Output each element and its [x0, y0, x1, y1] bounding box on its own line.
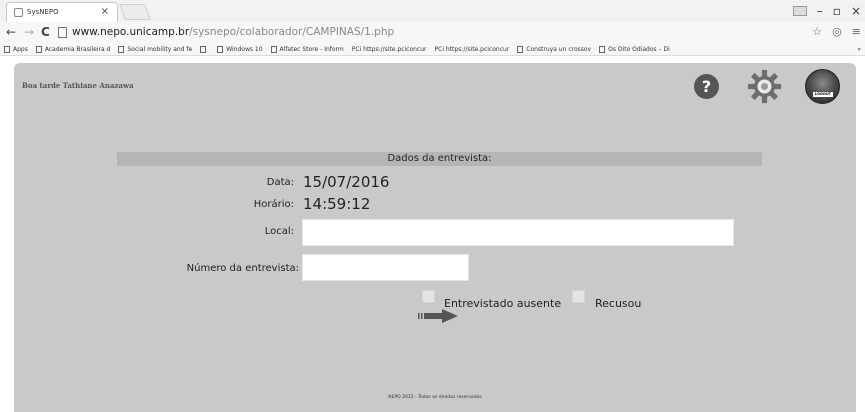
site-favicon-icon	[14, 8, 23, 17]
windows-icon	[217, 45, 224, 53]
settings-gear-icon[interactable]	[747, 69, 782, 104]
page-viewport: Boa tarde Tathiane Anazawa ? LOGOUT Dado…	[0, 57, 865, 412]
minimize-button[interactable]: –	[817, 4, 823, 18]
url-domain: www.nepo.unicamp.br	[72, 26, 190, 38]
bookmark-item[interactable]: Windows 10	[217, 45, 263, 53]
bookmark-item[interactable]: Social mobility and fe	[118, 45, 193, 53]
bookmarks-overflow-button[interactable]: »	[857, 46, 861, 53]
bookmark-label: Academia Brasileira d	[44, 45, 111, 53]
browser-tab-strip: SysNEPO × – ▫ ×	[0, 0, 865, 22]
bookmarks-bar: Apps Academia Brasileira d Social mobili…	[0, 43, 865, 56]
bookmark-star-icon[interactable]: ☆	[812, 25, 822, 38]
interview-number-input[interactable]	[302, 254, 469, 281]
bookmark-item-apps[interactable]: Apps	[4, 45, 28, 53]
bookmark-label: Alfatec Store - Inform	[279, 45, 344, 53]
greeting-text: Boa tarde Tathiane Anazawa	[22, 81, 134, 90]
bookmark-item[interactable]: PCi https://site.pciconcur	[435, 46, 510, 53]
window-controls: – ▫ ×	[792, 2, 861, 20]
bookmark-label: Construya un crossov	[526, 45, 592, 53]
page-icon	[517, 45, 524, 53]
section-header-bar: Dados da entrevista:	[117, 152, 762, 166]
interview-number-label: Número da entrevista:	[186, 263, 299, 274]
time-value: 14:59:12	[303, 195, 371, 213]
next-arrow-icon[interactable]	[418, 309, 458, 323]
refused-checkbox[interactable]	[572, 290, 585, 303]
bookmark-item[interactable]: Alfatec Store - Inform	[270, 45, 344, 53]
header-actions: ? LOGOUT	[694, 69, 840, 104]
tab-title: SysNEPO	[27, 8, 59, 16]
bookmark-item[interactable]: Os Oito Odiados – Di	[599, 45, 670, 53]
close-button[interactable]: ×	[851, 4, 861, 18]
toolbar-actions: ☆ ◎ ≡	[812, 25, 861, 38]
refused-label: Recusou	[595, 297, 642, 310]
browser-tab[interactable]: SysNEPO ×	[6, 2, 118, 22]
tab-close-icon[interactable]: ×	[101, 6, 109, 17]
absent-label: Entrevistado ausente	[444, 297, 562, 310]
date-label: Data:	[266, 177, 294, 188]
bookmark-label: PCi https://site.pciconcur	[351, 45, 427, 53]
logout-label: LOGOUT	[813, 92, 833, 97]
help-icon[interactable]: ?	[694, 74, 719, 99]
reload-button[interactable]: C	[41, 25, 50, 39]
bookmark-label: Os Oito Odiados – Di	[608, 45, 670, 53]
bookmark-label: Apps	[13, 45, 28, 53]
bookmark-item[interactable]: PCi https://site.pciconcur	[352, 46, 427, 53]
maximize-button[interactable]: ▫	[833, 4, 841, 18]
section-title: Dados da entrevista:	[387, 153, 492, 164]
back-button[interactable]: ←	[6, 25, 16, 39]
profile-icon[interactable]	[792, 6, 807, 16]
menu-icon[interactable]: ≡	[852, 25, 861, 38]
extension-icon[interactable]: ◎	[832, 25, 842, 38]
url-path: /sysnepo/colaborador/CAMPINAS/1.php	[189, 26, 395, 38]
page-icon	[118, 45, 125, 53]
location-input[interactable]	[302, 219, 734, 246]
page-icon	[35, 45, 42, 53]
address-bar[interactable]: www.nepo.unicamp.br/sysnepo/colaborador/…	[58, 24, 848, 41]
location-label: Local:	[264, 226, 294, 237]
bookmark-label: PCi https://site.pciconcur	[434, 45, 510, 53]
logout-button[interactable]: LOGOUT	[805, 69, 840, 104]
absent-checkbox[interactable]	[422, 290, 435, 303]
bookmark-item[interactable]: Construya un crossov	[517, 45, 592, 53]
bookmark-item[interactable]: Academia Brasileira d	[35, 45, 111, 53]
film-icon	[599, 45, 606, 53]
new-tab-button[interactable]	[119, 4, 151, 20]
page-info-icon[interactable]	[58, 27, 67, 38]
browser-toolbar: ← → C www.nepo.unicamp.br/sysnepo/colabo…	[0, 22, 865, 43]
main-panel: Boa tarde Tathiane Anazawa ? LOGOUT Dado…	[14, 63, 856, 412]
page-icon	[270, 45, 277, 53]
date-value: 15/07/2016	[303, 173, 390, 191]
time-label: Horário:	[253, 199, 294, 210]
bookmark-item[interactable]	[200, 45, 209, 53]
apps-icon	[4, 45, 10, 53]
bookmark-label: Windows 10	[226, 45, 263, 53]
forward-button[interactable]: →	[24, 25, 34, 39]
bookmark-label: Social mobility and fe	[127, 45, 193, 53]
footer-text: NEPO 2015 - Todos os direitos reservados	[388, 395, 482, 400]
page-icon	[200, 45, 207, 53]
